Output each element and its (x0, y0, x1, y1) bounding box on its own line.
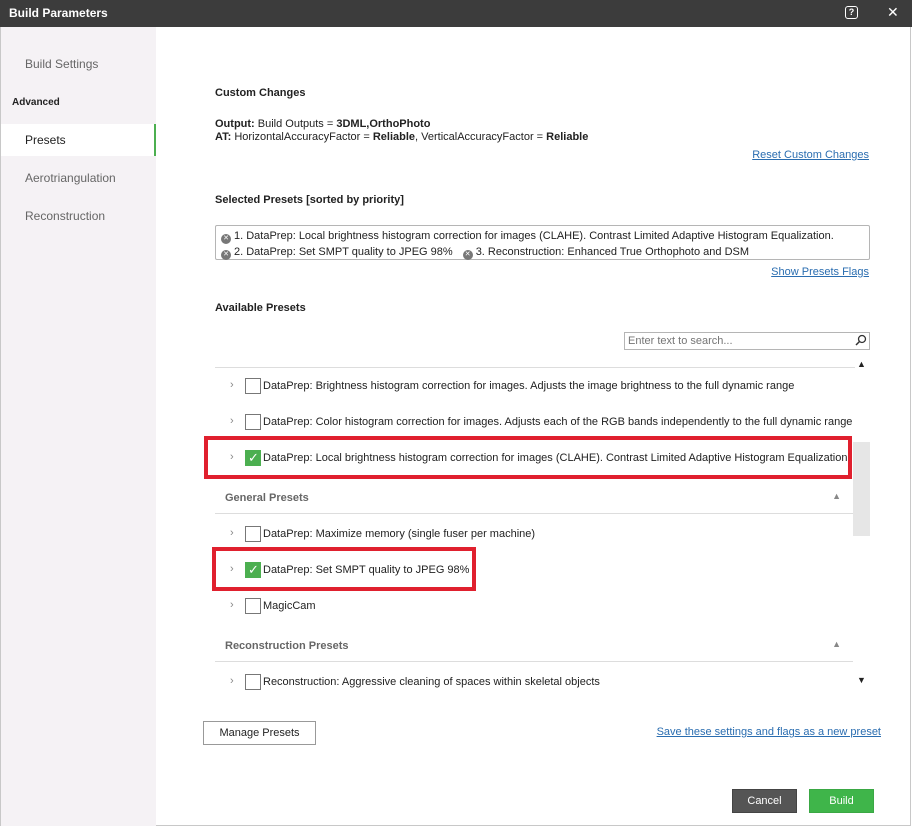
preset-checkbox[interactable] (245, 526, 261, 542)
preset-checkbox[interactable] (245, 378, 261, 394)
save-as-new-preset-link[interactable]: Save these settings and flags as a new p… (657, 726, 881, 738)
at-key: AT: (215, 131, 232, 143)
sidebar: Build Settings Advanced Presets Aerotria… (0, 27, 157, 826)
sidebar-item-reconstruction[interactable]: Reconstruction (1, 200, 157, 232)
scrollbar-thumb[interactable] (853, 442, 870, 536)
annotation-highlight (204, 436, 852, 479)
preset-search-input[interactable] (625, 333, 845, 349)
scroll-up-icon[interactable]: ▲ (857, 359, 866, 369)
preset-search-field[interactable] (624, 332, 870, 350)
search-icon[interactable] (855, 334, 867, 346)
general-presets-group-header[interactable]: General Presets ▲ (215, 482, 853, 514)
preset-row[interactable]: › MagicCam (215, 589, 855, 625)
scroll-down-icon[interactable]: ▼ (857, 675, 866, 685)
preset-row[interactable]: › DataPrep: Brightness histogram correct… (215, 369, 855, 405)
annotation-highlight (212, 547, 476, 591)
chevron-right-icon[interactable]: › (230, 379, 234, 391)
preset-row[interactable]: › Reconstruction: Aggressive cleaning of… (215, 665, 855, 701)
sidebar-item-aerotriangulation[interactable]: Aerotriangulation (1, 162, 157, 194)
preset-checkbox[interactable] (245, 598, 261, 614)
output-value: 3DML,OrthoPhoto (336, 118, 431, 130)
at-value-vertical: Reliable (546, 131, 589, 143)
chevron-right-icon[interactable]: › (230, 675, 234, 687)
at-value-horizontal: Reliable (372, 131, 416, 143)
collapse-icon[interactable]: ▲ (832, 639, 841, 649)
selected-preset-chip: ✕ 3. Reconstruction: Enhanced True Orthop… (462, 244, 749, 260)
group-label: Reconstruction Presets (225, 640, 349, 652)
list-divider (215, 367, 855, 368)
at-line: AT: HorizontalAccuracyFactor = Reliable,… (215, 131, 588, 143)
reset-custom-changes-link[interactable]: Reset Custom Changes (752, 149, 869, 161)
output-line: Output: Build Outputs = 3DML,OrthoPhoto (215, 118, 430, 130)
preset-checkbox[interactable] (245, 414, 261, 430)
preset-checkbox[interactable] (245, 674, 261, 690)
group-label: General Presets (225, 492, 309, 504)
selected-presets-box: ✕ 1. DataPrep: Local brightness histogram… (215, 225, 870, 260)
preset-label: DataPrep: Brightness histogram correctio… (263, 380, 795, 392)
cancel-button[interactable]: Cancel (732, 789, 797, 813)
remove-chip-icon[interactable]: ✕ (462, 250, 473, 260)
window-title: Build Parameters (9, 6, 108, 20)
preset-label: Reconstruction: Aggressive cleaning of s… (263, 676, 600, 688)
preset-label: DataPrep: Color histogram correction for… (263, 416, 853, 428)
at-separator: , VerticalAccuracyFactor = (415, 131, 547, 143)
build-button[interactable]: Build (809, 789, 874, 813)
available-presets-heading: Available Presets (215, 302, 306, 314)
chevron-right-icon[interactable]: › (230, 415, 234, 427)
presets-scrollbar[interactable]: ▲ ▼ (853, 359, 870, 692)
help-icon[interactable]: ? (845, 6, 858, 19)
output-text: Build Outputs = (254, 118, 337, 130)
sidebar-section-advanced: Advanced (12, 97, 60, 108)
custom-changes-heading: Custom Changes (215, 87, 306, 99)
close-icon[interactable]: ✕ (887, 5, 899, 19)
selected-presets-heading: Selected Presets [sorted by priority] (215, 194, 404, 206)
selected-preset-chip: ✕ 2. DataPrep: Set SMPT quality to JPEG 9… (221, 244, 453, 260)
show-presets-flags-link[interactable]: Show Presets Flags (771, 266, 869, 278)
remove-chip-icon[interactable]: ✕ (221, 234, 231, 244)
reconstruction-presets-group-header[interactable]: Reconstruction Presets ▲ (215, 630, 853, 662)
title-bar: Build Parameters ? ✕ (0, 0, 912, 27)
chevron-right-icon[interactable]: › (230, 599, 234, 611)
selected-preset-chip: ✕ 1. DataPrep: Local brightness histogram… (221, 228, 834, 244)
collapse-icon[interactable]: ▲ (832, 491, 841, 501)
sidebar-item-build-settings[interactable]: Build Settings (1, 48, 157, 80)
preset-label: MagicCam (263, 600, 316, 612)
chevron-right-icon[interactable]: › (230, 527, 234, 539)
output-key: Output: (215, 118, 255, 130)
main-panel: Custom Changes Output: Build Outputs = 3… (156, 27, 911, 826)
manage-presets-button[interactable]: Manage Presets (203, 721, 316, 745)
remove-chip-icon[interactable]: ✕ (221, 250, 231, 260)
preset-label: DataPrep: Maximize memory (single fuser … (263, 528, 536, 540)
sidebar-item-presets[interactable]: Presets (1, 124, 157, 156)
at-text: HorizontalAccuracyFactor = (231, 131, 373, 143)
